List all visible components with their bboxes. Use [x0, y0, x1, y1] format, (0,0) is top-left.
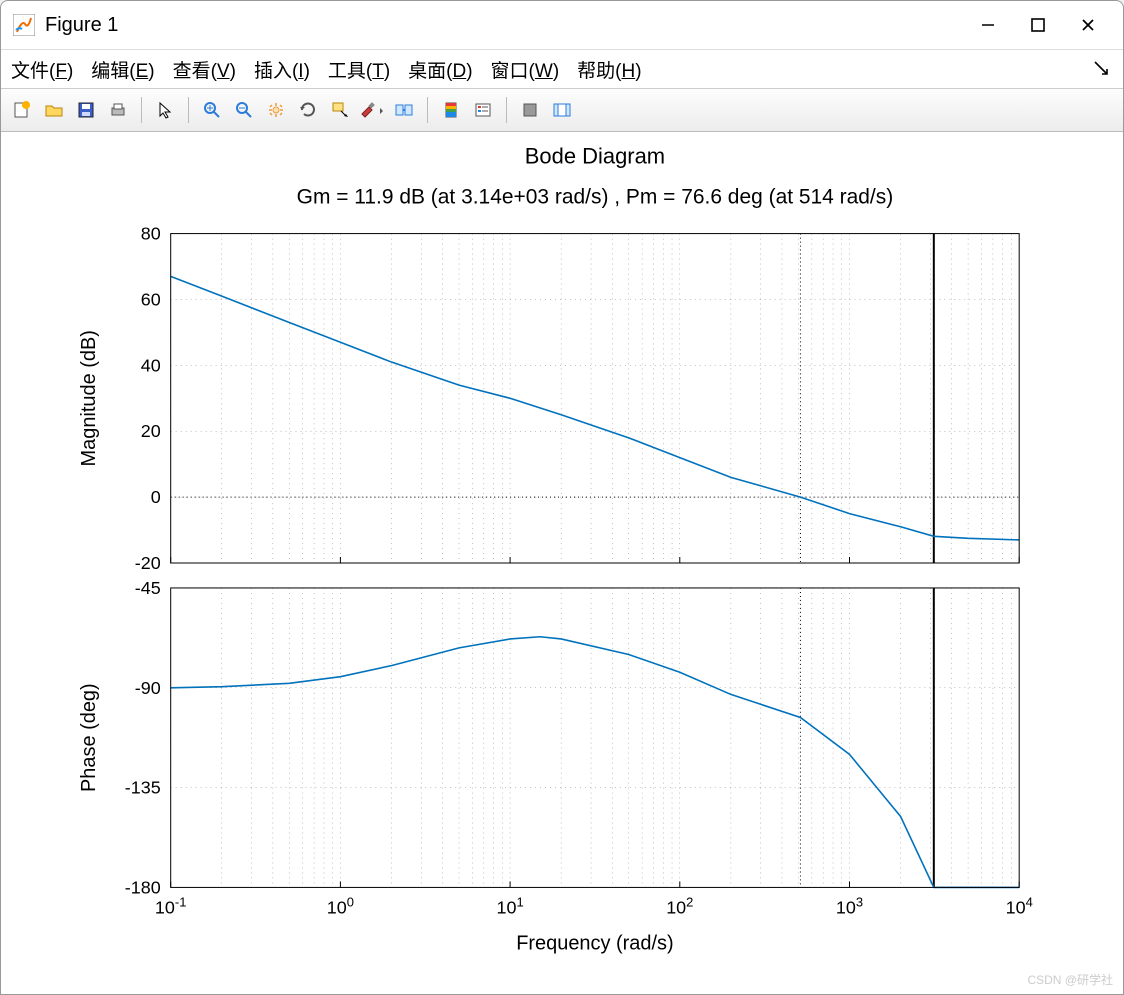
- y-tick-label: -135: [125, 778, 161, 798]
- show-plot-tools-button[interactable]: [547, 95, 577, 125]
- figure-canvas[interactable]: Bode Diagram Gm = 11.9 dB (at 3.14e+03 ra…: [1, 132, 1123, 994]
- toolbar-separator: [427, 97, 428, 123]
- undock-icon[interactable]: [1093, 60, 1109, 82]
- minimize-button[interactable]: [965, 9, 1011, 41]
- pointer-button[interactable]: [150, 95, 180, 125]
- menu-label: 编辑(E): [91, 61, 154, 82]
- bode-plot-svg: Bode Diagram Gm = 11.9 dB (at 3.14e+03 ra…: [1, 132, 1123, 994]
- watermark-text: CSDN @研学社: [1027, 971, 1113, 988]
- menu-label: 查看(V): [173, 61, 236, 82]
- menu-label: 窗口(W): [491, 61, 560, 82]
- matlab-icon: [13, 14, 35, 36]
- new-figure-button[interactable]: [7, 95, 37, 125]
- menu-label: 桌面(D): [408, 61, 472, 82]
- y-axis-label: Magnitude (dB): [78, 330, 100, 466]
- chart-title: Bode Diagram: [525, 144, 665, 169]
- brush-button[interactable]: [357, 95, 387, 125]
- y-tick-label: -20: [135, 553, 161, 573]
- toolbar-separator: [188, 97, 189, 123]
- y-axis-label: Phase (deg): [78, 683, 100, 792]
- menu-label: 插入(I): [254, 61, 310, 82]
- open-button[interactable]: [39, 95, 69, 125]
- x-tick-label: 102: [666, 894, 693, 917]
- menu-bar: 文件(F) 编辑(E) 查看(V) 插入(I) 工具(T) 桌面(D) 窗口(W…: [1, 50, 1123, 89]
- x-tick-label: 103: [836, 894, 863, 917]
- x-tick-label: 100: [327, 894, 354, 917]
- menu-desktop[interactable]: 桌面(D): [408, 56, 472, 83]
- hide-plot-tools-button[interactable]: [515, 95, 545, 125]
- y-tick-label: 40: [141, 355, 161, 375]
- data-cursor-button[interactable]: [325, 95, 355, 125]
- chart-subtitle: Gm = 11.9 dB (at 3.14e+03 rad/s) , Pm = …: [297, 186, 894, 209]
- menu-label: 文件(F): [11, 61, 73, 82]
- y-tick-label: -180: [125, 877, 161, 897]
- print-button[interactable]: [103, 95, 133, 125]
- toolbar-separator: [141, 97, 142, 123]
- menu-label: 工具(T): [328, 61, 390, 82]
- menu-view[interactable]: 查看(V): [173, 56, 236, 83]
- y-tick-label: 20: [141, 421, 161, 441]
- menu-insert[interactable]: 插入(I): [254, 56, 310, 83]
- save-button[interactable]: [71, 95, 101, 125]
- title-bar[interactable]: Figure 1: [1, 1, 1123, 50]
- pan-button[interactable]: [261, 95, 291, 125]
- window-title: Figure 1: [45, 14, 961, 37]
- legend-button[interactable]: [468, 95, 498, 125]
- series-magnitude: [171, 276, 1019, 540]
- x-tick-label: 101: [496, 894, 523, 917]
- y-tick-label: 60: [141, 289, 161, 309]
- series-phase: [171, 637, 1019, 888]
- menu-window[interactable]: 窗口(W): [491, 56, 560, 83]
- menu-label: 帮助(H): [577, 61, 641, 82]
- x-tick-label: 10-1: [155, 894, 187, 917]
- menu-edit[interactable]: 编辑(E): [91, 56, 154, 83]
- menu-tools[interactable]: 工具(T): [328, 56, 390, 83]
- colorbar-button[interactable]: [436, 95, 466, 125]
- maximize-button[interactable]: [1015, 9, 1061, 41]
- figure-window: Figure 1 文件(F) 编辑(E) 查看(V) 插入(I) 工具(T) 桌…: [0, 0, 1124, 995]
- zoom-in-button[interactable]: [197, 95, 227, 125]
- rotate-button[interactable]: [293, 95, 323, 125]
- x-axis-label: Frequency (rad/s): [516, 932, 673, 954]
- toolbar-separator: [506, 97, 507, 123]
- menu-file[interactable]: 文件(F): [11, 56, 73, 83]
- menu-help[interactable]: 帮助(H): [577, 56, 641, 83]
- y-tick-label: -45: [135, 578, 161, 598]
- zoom-out-button[interactable]: [229, 95, 259, 125]
- x-tick-label: 104: [1006, 894, 1033, 917]
- y-tick-label: 0: [151, 487, 161, 507]
- y-tick-label: -90: [135, 678, 161, 698]
- toolbar: [1, 89, 1123, 132]
- y-tick-label: 80: [141, 224, 161, 244]
- close-button[interactable]: [1065, 9, 1111, 41]
- link-data-button[interactable]: [389, 95, 419, 125]
